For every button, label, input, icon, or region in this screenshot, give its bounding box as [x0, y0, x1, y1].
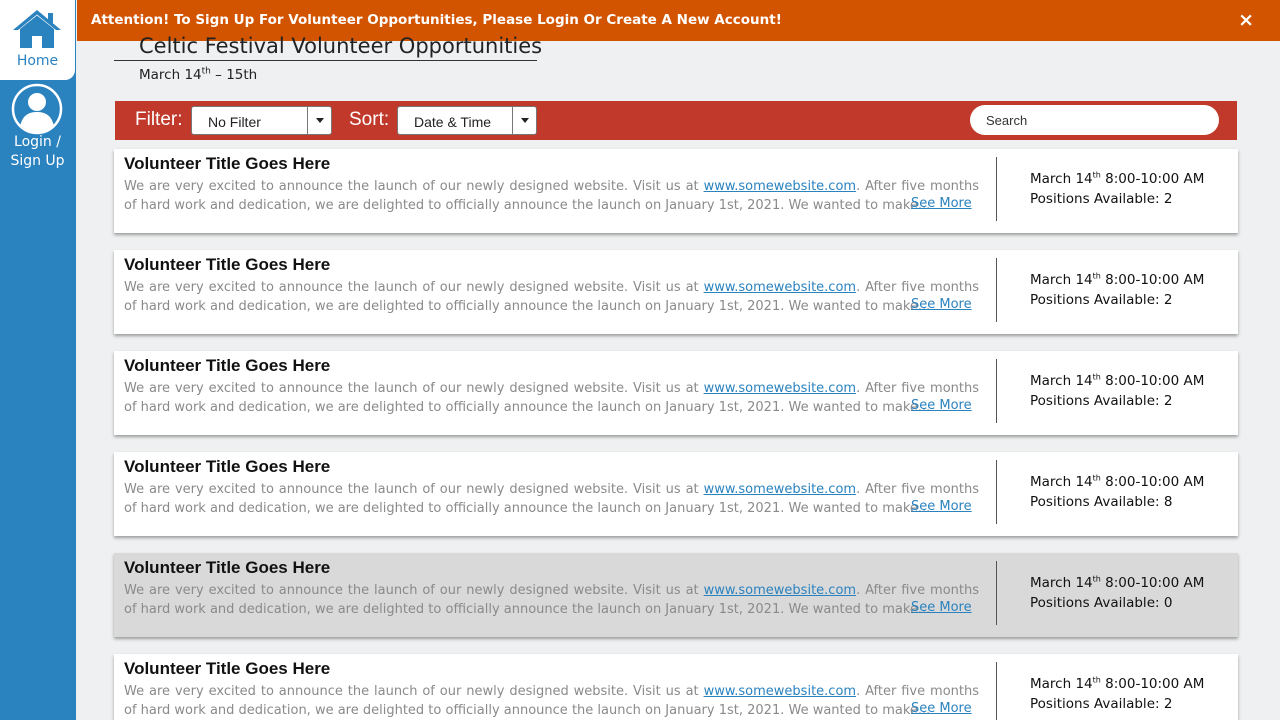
opportunity-date: March 14: [1030, 171, 1093, 187]
see-more-link[interactable]: See More: [911, 600, 972, 615]
filter-dropdown[interactable]: No Filter: [191, 106, 332, 135]
opportunity-description: We are very excited to announce the laun…: [124, 379, 979, 417]
opportunity-date-sup: th: [1092, 574, 1101, 584]
see-more-link[interactable]: See More: [911, 499, 972, 514]
positions-available: Positions Available: 2: [1030, 292, 1173, 308]
positions-available: Positions Available: 8: [1030, 494, 1173, 510]
opportunity-card[interactable]: Volunteer Title Goes Here We are very ex…: [114, 654, 1238, 720]
filter-value: No Filter: [208, 114, 261, 130]
opportunity-description: We are very excited to announce the laun…: [124, 480, 979, 518]
opportunity-date-sup: th: [1092, 473, 1101, 483]
page-title: Celtic Festival Volunteer Opportunities: [139, 34, 543, 58]
filter-label: Filter:: [135, 109, 183, 130]
opportunity-datetime: March 14th 8:00-10:00 AM: [1030, 676, 1204, 692]
opportunity-title: Volunteer Title Goes Here: [124, 356, 331, 375]
opportunity-title: Volunteer Title Goes Here: [124, 659, 331, 678]
positions-available: Positions Available: 2: [1030, 191, 1173, 207]
card-divider: [996, 561, 997, 625]
user-icon: [11, 83, 63, 135]
see-more-link[interactable]: See More: [911, 297, 972, 312]
sort-value: Date & Time: [414, 114, 492, 130]
sidebar-item-login[interactable]: Login / Sign Up: [0, 82, 75, 174]
description-text: We are very excited to announce the laun…: [124, 583, 704, 598]
opportunity-description: We are very excited to announce the laun…: [124, 278, 979, 316]
opportunity-description: We are very excited to announce the laun…: [124, 682, 979, 720]
opportunity-date-sup: th: [1092, 170, 1101, 180]
opportunity-date: March 14: [1030, 373, 1093, 389]
positions-available: Positions Available: 2: [1030, 696, 1173, 712]
opportunity-card[interactable]: Volunteer Title Goes Here We are very ex…: [114, 553, 1238, 637]
card-divider: [996, 157, 997, 221]
description-text: We are very excited to announce the laun…: [124, 280, 704, 295]
opportunity-time: 8:00-10:00 AM: [1100, 676, 1205, 692]
date-range-start: March 14: [139, 67, 202, 83]
opportunity-date-sup: th: [1092, 271, 1101, 281]
card-divider: [996, 460, 997, 524]
website-link[interactable]: www.somewebsite.com: [704, 179, 856, 194]
opportunity-time: 8:00-10:00 AM: [1100, 171, 1205, 187]
sidebar-item-label: Login / Sign Up: [10, 134, 65, 169]
opportunity-card[interactable]: Volunteer Title Goes Here We are very ex…: [114, 351, 1238, 435]
opportunity-description: We are very excited to announce the laun…: [124, 177, 979, 215]
opportunity-title: Volunteer Title Goes Here: [124, 154, 331, 173]
opportunity-date-sup: th: [1092, 372, 1101, 382]
filter-sort-toolbar: Filter: No Filter Sort: Date & Time: [115, 101, 1237, 140]
opportunity-time: 8:00-10:00 AM: [1100, 373, 1205, 389]
sidebar-item-label: Home: [16, 53, 59, 69]
title-divider: [114, 60, 537, 61]
date-range: March 14th – 15th: [139, 67, 257, 83]
date-range-sup: th: [201, 66, 211, 77]
sort-label: Sort:: [349, 109, 390, 130]
chevron-down-icon[interactable]: [307, 107, 331, 134]
website-link[interactable]: www.somewebsite.com: [704, 280, 856, 295]
website-link[interactable]: www.somewebsite.com: [704, 381, 856, 396]
opportunity-datetime: March 14th 8:00-10:00 AM: [1030, 373, 1204, 389]
description-text: We are very excited to announce the laun…: [124, 684, 704, 699]
website-link[interactable]: www.somewebsite.com: [704, 482, 856, 497]
close-icon[interactable]: ×: [1238, 10, 1254, 30]
opportunity-time: 8:00-10:00 AM: [1100, 575, 1205, 591]
opportunity-time: 8:00-10:00 AM: [1100, 474, 1205, 490]
opportunity-card[interactable]: Volunteer Title Goes Here We are very ex…: [114, 452, 1238, 536]
website-link[interactable]: www.somewebsite.com: [704, 583, 856, 598]
search-input[interactable]: [970, 105, 1219, 135]
see-more-link[interactable]: See More: [911, 398, 972, 413]
opportunity-datetime: March 14th 8:00-10:00 AM: [1030, 171, 1204, 187]
opportunity-date: March 14: [1030, 474, 1093, 490]
website-link[interactable]: www.somewebsite.com: [704, 684, 856, 699]
sidebar-item-home[interactable]: Home: [0, 0, 75, 80]
positions-available: Positions Available: 2: [1030, 393, 1173, 409]
opportunity-date-sup: th: [1092, 675, 1101, 685]
alert-message: Attention! To Sign Up For Volunteer Oppo…: [91, 12, 782, 28]
opportunity-date: March 14: [1030, 676, 1093, 692]
opportunity-title: Volunteer Title Goes Here: [124, 558, 331, 577]
sidebar: Home Login / Sign Up: [0, 0, 76, 720]
opportunity-datetime: March 14th 8:00-10:00 AM: [1030, 272, 1204, 288]
positions-available: Positions Available: 0: [1030, 595, 1173, 611]
opportunity-card[interactable]: Volunteer Title Goes Here We are very ex…: [114, 250, 1238, 334]
opportunity-title: Volunteer Title Goes Here: [124, 255, 331, 274]
description-text: We are very excited to announce the laun…: [124, 179, 704, 194]
opportunity-card[interactable]: Volunteer Title Goes Here We are very ex…: [114, 149, 1238, 233]
home-icon: [13, 10, 61, 48]
card-divider: [996, 359, 997, 423]
sort-dropdown[interactable]: Date & Time: [397, 106, 537, 135]
opportunity-date: March 14: [1030, 575, 1093, 591]
card-divider: [996, 258, 997, 322]
date-range-end: – 15th: [210, 67, 258, 83]
opportunity-title: Volunteer Title Goes Here: [124, 457, 331, 476]
opportunity-datetime: March 14th 8:00-10:00 AM: [1030, 575, 1204, 591]
see-more-link[interactable]: See More: [911, 196, 972, 211]
opportunity-time: 8:00-10:00 AM: [1100, 272, 1205, 288]
card-divider: [996, 662, 997, 720]
description-text: We are very excited to announce the laun…: [124, 482, 704, 497]
chevron-down-icon[interactable]: [512, 107, 536, 134]
opportunity-date: March 14: [1030, 272, 1093, 288]
description-text: We are very excited to announce the laun…: [124, 381, 704, 396]
opportunity-description: We are very excited to announce the laun…: [124, 581, 979, 619]
see-more-link[interactable]: See More: [911, 701, 972, 716]
opportunity-datetime: March 14th 8:00-10:00 AM: [1030, 474, 1204, 490]
